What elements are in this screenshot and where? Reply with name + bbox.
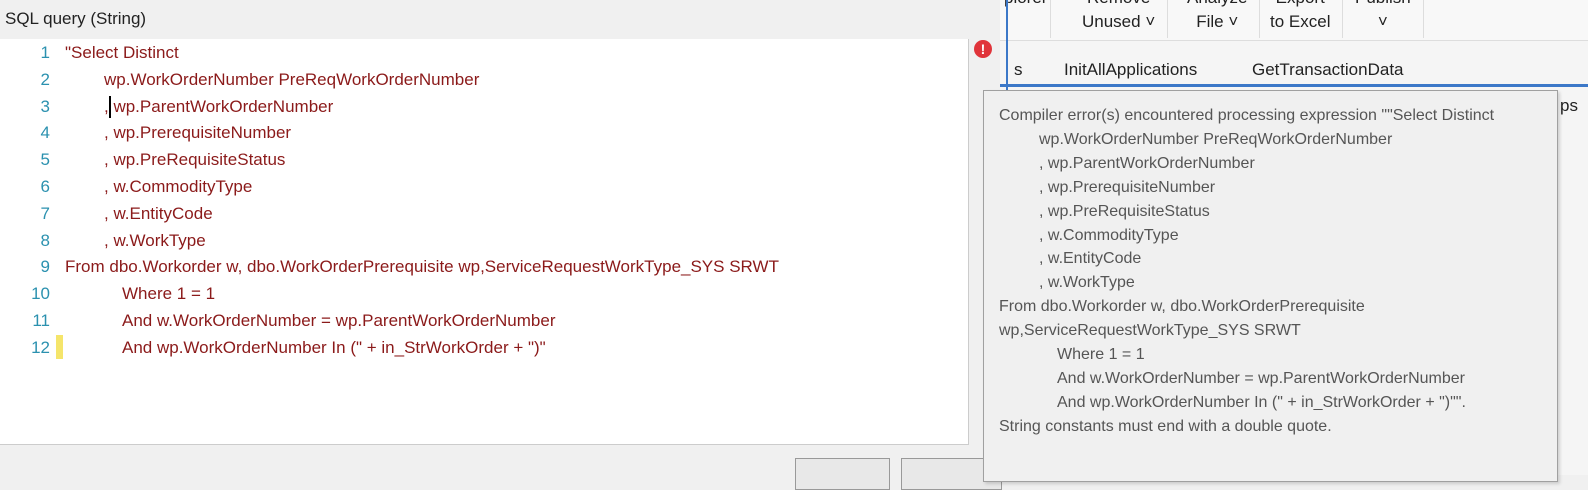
code-text: , w.EntityCode xyxy=(104,203,213,223)
tooltip-line: , wp.PrerequisiteNumber xyxy=(1039,178,1216,196)
button-label: Publish xyxy=(1355,0,1411,10)
line-number: 6 xyxy=(40,177,50,196)
line-number: 9 xyxy=(40,257,50,277)
tooltip-line: And wp.WorkOrderNumber In (" + in_StrWor… xyxy=(1057,393,1466,411)
background-text: ps xyxy=(1560,96,1578,115)
button-label: Unused ˅ xyxy=(1082,12,1156,31)
line-number: 3 xyxy=(40,96,50,116)
code-text: "Select Distinct xyxy=(65,43,179,62)
change-marker xyxy=(56,335,63,359)
tooltip-line: String constants must end with a double … xyxy=(999,417,1332,435)
tooltip-line: And w.WorkOrderNumber = wp.ParentWorkOrd… xyxy=(1057,369,1465,387)
tab-partial[interactable]: s xyxy=(1014,60,1023,80)
error-icon[interactable]: ! xyxy=(974,40,992,58)
code-text: , w.WorkType xyxy=(104,230,206,250)
ok-button[interactable] xyxy=(795,458,890,490)
analyze-file-button[interactable]: Analyze File ˅ xyxy=(1175,0,1261,38)
tooltip-line: , w.EntityCode xyxy=(1039,250,1142,268)
tooltip-line: wp,ServiceRequestWorkType_SYS SRWT xyxy=(999,322,1301,340)
publish-button[interactable]: Publish ˅ xyxy=(1343,0,1424,38)
code-editor[interactable]: 1 "Select Distinct 2 wp.WorkOrderNumber Pre… xyxy=(0,39,969,445)
dialog-title: SQL query (String) xyxy=(5,9,147,28)
code-text: wp.WorkOrderNumber PreReqWorkOrderNumber xyxy=(104,69,480,89)
tooltip-line: From dbo.Workorder w, dbo.WorkOrderPrere… xyxy=(999,298,1365,316)
line-number: 12 xyxy=(31,337,50,357)
line-number: 7 xyxy=(40,203,50,223)
tooltip-line: , w.WorkType xyxy=(1039,274,1135,292)
tooltip-line: , w.CommodityType xyxy=(1039,226,1179,244)
tooltip-line: , wp.ParentWorkOrderNumber xyxy=(1039,154,1255,172)
code-text: From dbo.Workorder w, dbo.WorkOrderPrere… xyxy=(65,257,779,277)
code-text: , wp.ParentWorkOrderNumber xyxy=(104,96,334,116)
line-number: 2 xyxy=(40,69,50,89)
remove-unused-button[interactable]: Remove Unused ˅ xyxy=(1070,0,1169,38)
text-caret xyxy=(109,96,111,118)
button-label: to Excel xyxy=(1270,12,1331,31)
expression-editor-dialog: SQL query (String) 1 "Select Distinct 2 wp.… xyxy=(0,0,1002,490)
code-text: , wp.PreRequisiteStatus xyxy=(104,150,286,170)
code-text: Where 1 = 1 xyxy=(122,284,216,304)
line-number: 1 xyxy=(40,43,50,62)
button-label: File ˅ xyxy=(1196,12,1239,31)
export-to-excel-button[interactable]: Export to Excel xyxy=(1258,0,1344,38)
line-number: 8 xyxy=(40,230,50,250)
tab-init-all-applications[interactable]: InitAllApplications xyxy=(1064,60,1197,80)
code-text: , w.CommodityType xyxy=(104,177,253,196)
button-label: Export xyxy=(1270,0,1330,10)
error-tooltip: Compiler error(s) encountered processing… xyxy=(983,90,1558,482)
code-text: And wp.WorkOrderNumber In (" + in_StrWor… xyxy=(122,337,546,357)
tooltip-line: wp.WorkOrderNumber PreReqWorkOrderNumber xyxy=(1039,130,1393,148)
button-label: Analyze xyxy=(1187,0,1247,10)
code-text: , wp.PrerequisiteNumber xyxy=(104,123,292,143)
tab-get-transaction-data[interactable]: GetTransactionData xyxy=(1252,60,1404,80)
tooltip-line: Where 1 = 1 xyxy=(1057,346,1145,363)
line-number: 11 xyxy=(32,311,50,330)
button-label: ˅ xyxy=(1377,12,1388,31)
line-number: 4 xyxy=(40,123,50,143)
line-number: 5 xyxy=(40,150,50,170)
ribbon-toolbar: plorer RemoveUnused ˅ AnalyzeFile ˅ Expo… xyxy=(1000,0,1588,41)
line-number: 10 xyxy=(31,284,50,304)
code-text: And w.WorkOrderNumber = wp.ParentWorkOrd… xyxy=(122,311,556,330)
button-label: Remove xyxy=(1082,0,1155,10)
document-tabs: s InitAllApplications GetTransactionData xyxy=(1000,40,1588,87)
tooltip-line: , wp.PreRequisiteStatus xyxy=(1039,202,1210,220)
tooltip-line: Compiler error(s) encountered processing… xyxy=(999,107,1495,124)
